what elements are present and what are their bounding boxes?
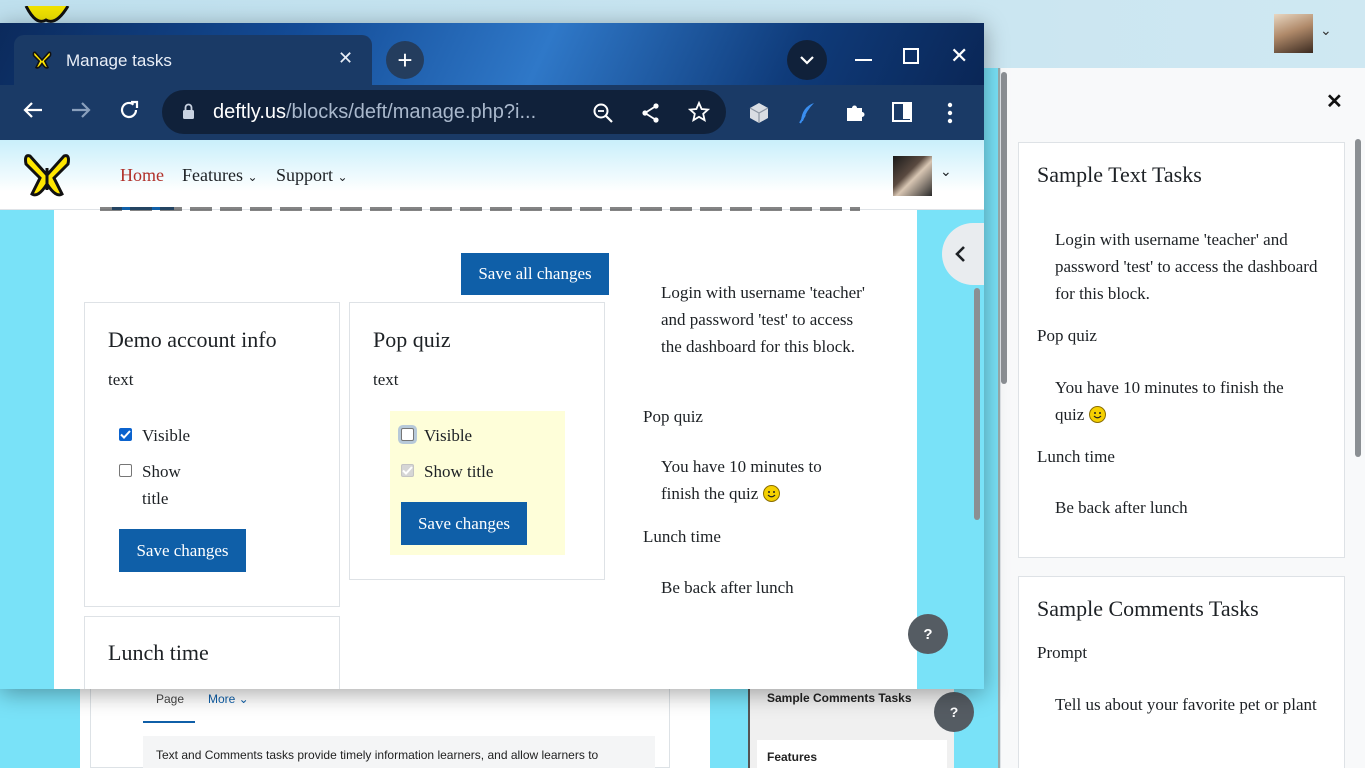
demo-visible-label: Visible — [142, 426, 191, 445]
chevron-down-icon[interactable]: ⌄ — [1320, 22, 1332, 39]
drawer-prompt-text: Tell us about your favorite pet or plant — [1055, 695, 1317, 714]
desktop-avatar[interactable] — [1274, 14, 1313, 53]
close-icon[interactable]: ✕ — [1326, 89, 1343, 114]
browser-tab-title: Manage tasks — [66, 51, 172, 70]
drawer-pop-title: Pop quiz — [1037, 326, 1097, 345]
demo-save-button[interactable]: Save changes — [119, 529, 246, 572]
card-demo-title: Demo account info — [108, 327, 277, 352]
zoom-icon[interactable] — [592, 102, 614, 129]
preview-lunch-title: Lunch time — [643, 527, 721, 546]
drawer-scrollbar[interactable] — [1355, 139, 1361, 457]
smiley-icon — [762, 485, 780, 502]
card-pop-title: Pop quiz — [373, 327, 451, 352]
help-button[interactable]: ? — [908, 614, 948, 654]
clipped-text-line — [100, 207, 860, 211]
page-scrollbar[interactable] — [974, 288, 980, 520]
drawer-text-tasks-title: Sample Text Tasks — [1037, 162, 1202, 187]
preview-pop-text: You have 10 minutes to finish the quiz — [661, 457, 822, 503]
chevron-left-icon — [955, 246, 965, 262]
pop-visible-checkbox[interactable] — [401, 428, 414, 441]
demo-show-title-label-line1: Show — [142, 462, 181, 481]
maximize-icon[interactable] — [903, 48, 919, 64]
preview-login-text: Login with username 'teacher' and passwo… — [661, 283, 865, 356]
save-all-button[interactable]: Save all changes — [461, 253, 609, 295]
user-menu-chevron-icon[interactable]: ⌄ — [940, 163, 952, 180]
drawer-comments-title: Sample Comments Tasks — [1037, 596, 1259, 621]
card-pop-type: text — [373, 370, 399, 389]
nav-home[interactable]: Home — [120, 165, 164, 186]
extension-feather-icon[interactable] — [796, 101, 818, 130]
drawer-pop-text: You have 10 minutes to finish the quiz — [1055, 378, 1284, 424]
site-favicon-icon — [32, 50, 52, 75]
extension-cube-icon[interactable] — [747, 101, 771, 130]
background-help-button[interactable]: ? — [934, 692, 974, 732]
drawer-lunch-text: Be back after lunch — [1055, 498, 1188, 517]
minimize-icon[interactable] — [855, 59, 872, 61]
nav-support[interactable]: Support ⌄ — [276, 165, 348, 186]
demo-show-title-label-line2: title — [142, 489, 169, 508]
pop-save-button[interactable]: Save changes — [401, 502, 527, 545]
forward-arrow-icon — [70, 99, 92, 126]
pop-show-title-label: Show title — [424, 462, 494, 481]
background-side-item1: Sample Comments Tasks — [767, 691, 912, 705]
card-lunch-title: Lunch time — [108, 640, 209, 665]
background-tab-more: More ⌄ — [208, 692, 249, 706]
back-arrow-icon[interactable] — [22, 99, 44, 126]
card-demo-type: text — [108, 370, 134, 389]
drawer-login-text: Login with username 'teacher' and passwo… — [1055, 230, 1318, 303]
chevron-down-icon: ⌄ — [247, 170, 258, 184]
tab-search-button[interactable] — [787, 40, 827, 80]
site-logo-icon[interactable] — [22, 150, 72, 205]
extensions-puzzle-icon[interactable] — [844, 101, 866, 128]
lock-icon[interactable] — [182, 103, 195, 125]
nav-features[interactable]: Features ⌄ — [182, 165, 258, 186]
window-close-icon[interactable]: ✕ — [950, 43, 968, 69]
bookmark-star-icon[interactable] — [687, 100, 711, 128]
drawer-left-scrollbar[interactable] — [1001, 72, 1007, 384]
pop-visible-label: Visible — [424, 426, 473, 445]
background-tab-page: Page — [156, 692, 185, 706]
new-tab-button[interactable]: + — [386, 41, 424, 79]
share-icon[interactable] — [640, 102, 662, 129]
drawer-lunch-title: Lunch time — [1037, 447, 1115, 466]
background-side-item2: Features — [767, 750, 818, 764]
demo-visible-checkbox[interactable] — [119, 428, 132, 441]
chevron-down-icon: ⌄ — [337, 170, 348, 184]
pop-show-title-checkbox — [401, 464, 414, 477]
drawer-prompt-title: Prompt — [1037, 643, 1088, 662]
reload-icon[interactable] — [118, 99, 140, 126]
tab-close-icon[interactable]: ✕ — [338, 48, 353, 69]
url-text[interactable]: deftly.us/blocks/deft/manage.php?i... — [213, 101, 536, 124]
background-desc: Text and Comments tasks provide timely i… — [156, 748, 599, 762]
background-tab-underline — [143, 721, 195, 723]
preview-lunch-text: Be back after lunch — [661, 578, 794, 597]
preview-pop-title: Pop quiz — [643, 407, 703, 426]
user-avatar[interactable] — [893, 156, 932, 196]
demo-show-title-checkbox[interactable] — [119, 464, 132, 477]
side-panel-icon[interactable] — [892, 102, 912, 122]
browser-window: Manage tasks ✕ + ✕ deftly.us/blocks/deft… — [0, 23, 984, 689]
browser-menu-icon[interactable] — [947, 102, 953, 129]
smiley-icon — [1088, 406, 1106, 423]
